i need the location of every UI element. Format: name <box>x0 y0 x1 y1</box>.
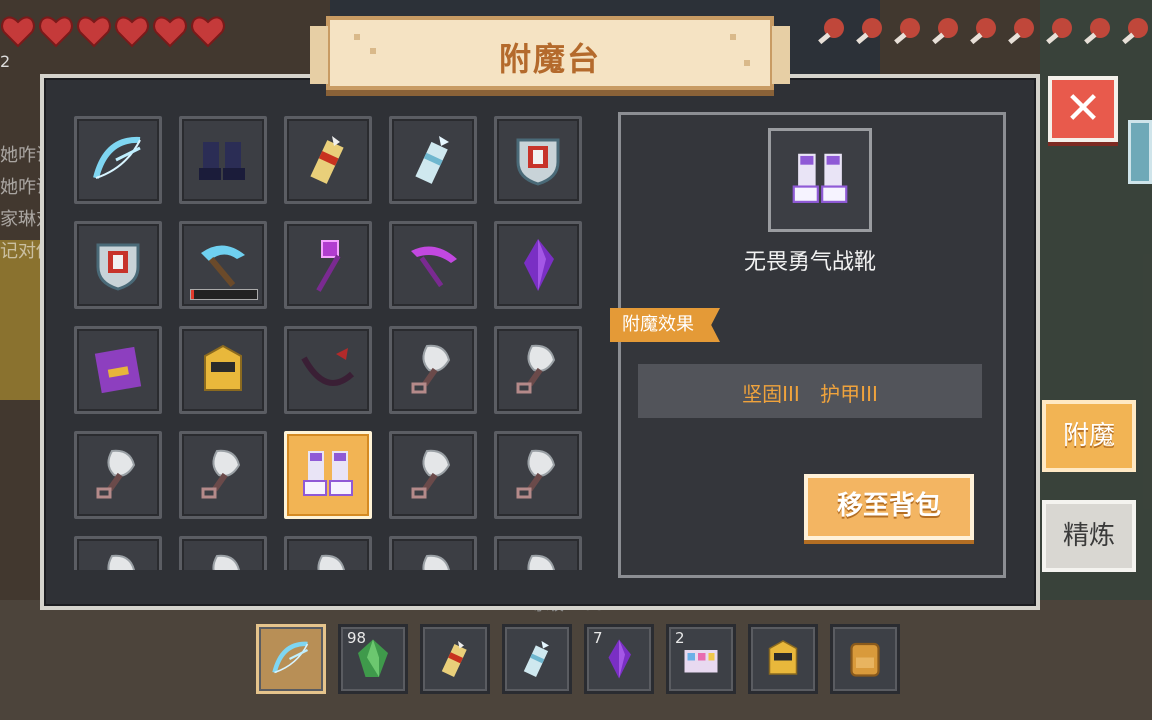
purple-pickaxe-icon <box>411 246 457 288</box>
inventory-slot[interactable] <box>389 326 477 414</box>
fire-quiver-icon <box>310 136 344 184</box>
inventory-slot[interactable] <box>284 221 372 309</box>
shovel-icon <box>422 554 451 570</box>
tab-refine[interactable]: 精炼 <box>1042 500 1136 572</box>
shovel-icon <box>516 449 556 499</box>
inventory-slot[interactable] <box>284 536 372 570</box>
inventory-grid <box>72 114 592 570</box>
enchant-effect-label: 附魔效果 <box>610 308 720 342</box>
heart-icon <box>0 14 36 48</box>
hunger-bar <box>812 14 1152 48</box>
inventory-slot[interactable] <box>389 431 477 519</box>
diamond-pickaxe-icon <box>201 245 245 287</box>
drumstick-icon <box>1002 14 1038 48</box>
item-count: 7 <box>593 629 603 647</box>
heart-icon <box>38 14 74 48</box>
inventory-slot[interactable] <box>284 431 372 519</box>
ice-quiver-icon <box>523 641 549 677</box>
inventory-slot[interactable] <box>179 326 267 414</box>
inventory-slot[interactable] <box>389 116 477 204</box>
ice-bow-icon <box>272 641 309 674</box>
inventory-slot[interactable] <box>74 221 162 309</box>
drumstick-icon <box>812 14 848 48</box>
inventory-slot[interactable] <box>74 116 162 204</box>
drumstick-icon <box>964 14 1000 48</box>
hotbar-slot[interactable] <box>830 624 900 694</box>
drumstick-icon <box>850 14 886 48</box>
heart-icon <box>152 14 188 48</box>
inventory-slot[interactable] <box>494 116 582 204</box>
shovel-icon <box>317 554 346 570</box>
effect-list: 坚固III 护甲III <box>742 382 878 406</box>
drumstick-icon <box>1116 14 1152 48</box>
health-hearts <box>0 14 226 48</box>
hotbar-slot[interactable] <box>748 624 818 694</box>
side-gem-button[interactable] <box>1128 120 1152 184</box>
inventory-slot[interactable] <box>74 536 162 570</box>
gold-helmet-icon <box>204 344 242 391</box>
drumstick-icon <box>926 14 962 48</box>
item-count: 2 <box>675 629 685 647</box>
inventory-slot[interactable] <box>179 536 267 570</box>
inventory-slot[interactable] <box>494 536 582 570</box>
heart-icon <box>76 14 112 48</box>
close-button[interactable]: ✕ <box>1048 76 1118 142</box>
dark-bow-icon <box>301 348 355 386</box>
hotbar-slot[interactable] <box>502 624 572 694</box>
dark-boots-icon <box>199 142 245 180</box>
inventory-slot[interactable] <box>74 431 162 519</box>
inventory-slot[interactable] <box>494 431 582 519</box>
shovel-icon <box>527 554 556 570</box>
shovel-icon <box>411 344 451 394</box>
selected-item-frame <box>768 128 872 232</box>
shovel-icon <box>411 449 451 499</box>
fearless-boots-icon <box>303 451 353 496</box>
fire-quiver-icon <box>441 641 467 677</box>
inventory-slot[interactable] <box>494 221 582 309</box>
heart-icon <box>114 14 150 48</box>
shield-badge-icon <box>96 243 140 291</box>
hotbar-slot[interactable]: 7 <box>584 624 654 694</box>
shovel-icon <box>201 449 241 499</box>
item-count: 98 <box>347 629 367 647</box>
spell-book-icon <box>94 346 142 394</box>
inventory-slot[interactable] <box>284 326 372 414</box>
inventory-slot[interactable] <box>179 116 267 204</box>
move-to-backpack-button[interactable]: 移至背包 <box>804 474 974 540</box>
inventory-slot[interactable] <box>389 221 477 309</box>
hotbar-slot[interactable]: 98 <box>338 624 408 694</box>
hotbar-slot[interactable] <box>256 624 326 694</box>
heart-icon <box>190 14 226 48</box>
shovel-icon <box>107 554 136 570</box>
shield-badge-icon <box>516 138 560 186</box>
tab-enchant[interactable]: 附魔 <box>1042 400 1136 472</box>
drumstick-icon <box>1078 14 1114 48</box>
ice-quiver-icon <box>415 136 449 184</box>
xp-number: 2 <box>0 52 11 71</box>
purple-staff-icon <box>316 240 341 292</box>
shovel-icon <box>212 554 241 570</box>
inventory-slot[interactable] <box>179 221 267 309</box>
shovel-icon <box>516 344 556 394</box>
inventory-slot[interactable] <box>179 431 267 519</box>
purple-crystal-icon <box>524 239 554 291</box>
item-name: 无畏勇气战靴 <box>743 250 876 275</box>
fearless-boots-icon <box>792 153 848 203</box>
title-banner: 附魔台 <box>310 16 790 90</box>
inventory-slot[interactable] <box>389 536 477 570</box>
inventory-slot[interactable] <box>74 326 162 414</box>
drumstick-icon <box>1040 14 1076 48</box>
drumstick-icon <box>888 14 924 48</box>
gold-helmet-icon <box>768 640 798 675</box>
hotbar-slot[interactable] <box>420 624 490 694</box>
inventory-slot[interactable] <box>494 326 582 414</box>
page-title: 附魔台 <box>498 40 601 78</box>
inventory-slot[interactable] <box>284 116 372 204</box>
close-icon[interactable]: ✕ <box>1052 84 1114 134</box>
hotbar-slot[interactable]: 2 <box>666 624 736 694</box>
shovel-icon <box>96 449 136 499</box>
durability-bar <box>190 289 258 300</box>
backpack-icon <box>850 642 880 677</box>
ice-bow-icon <box>93 136 141 179</box>
